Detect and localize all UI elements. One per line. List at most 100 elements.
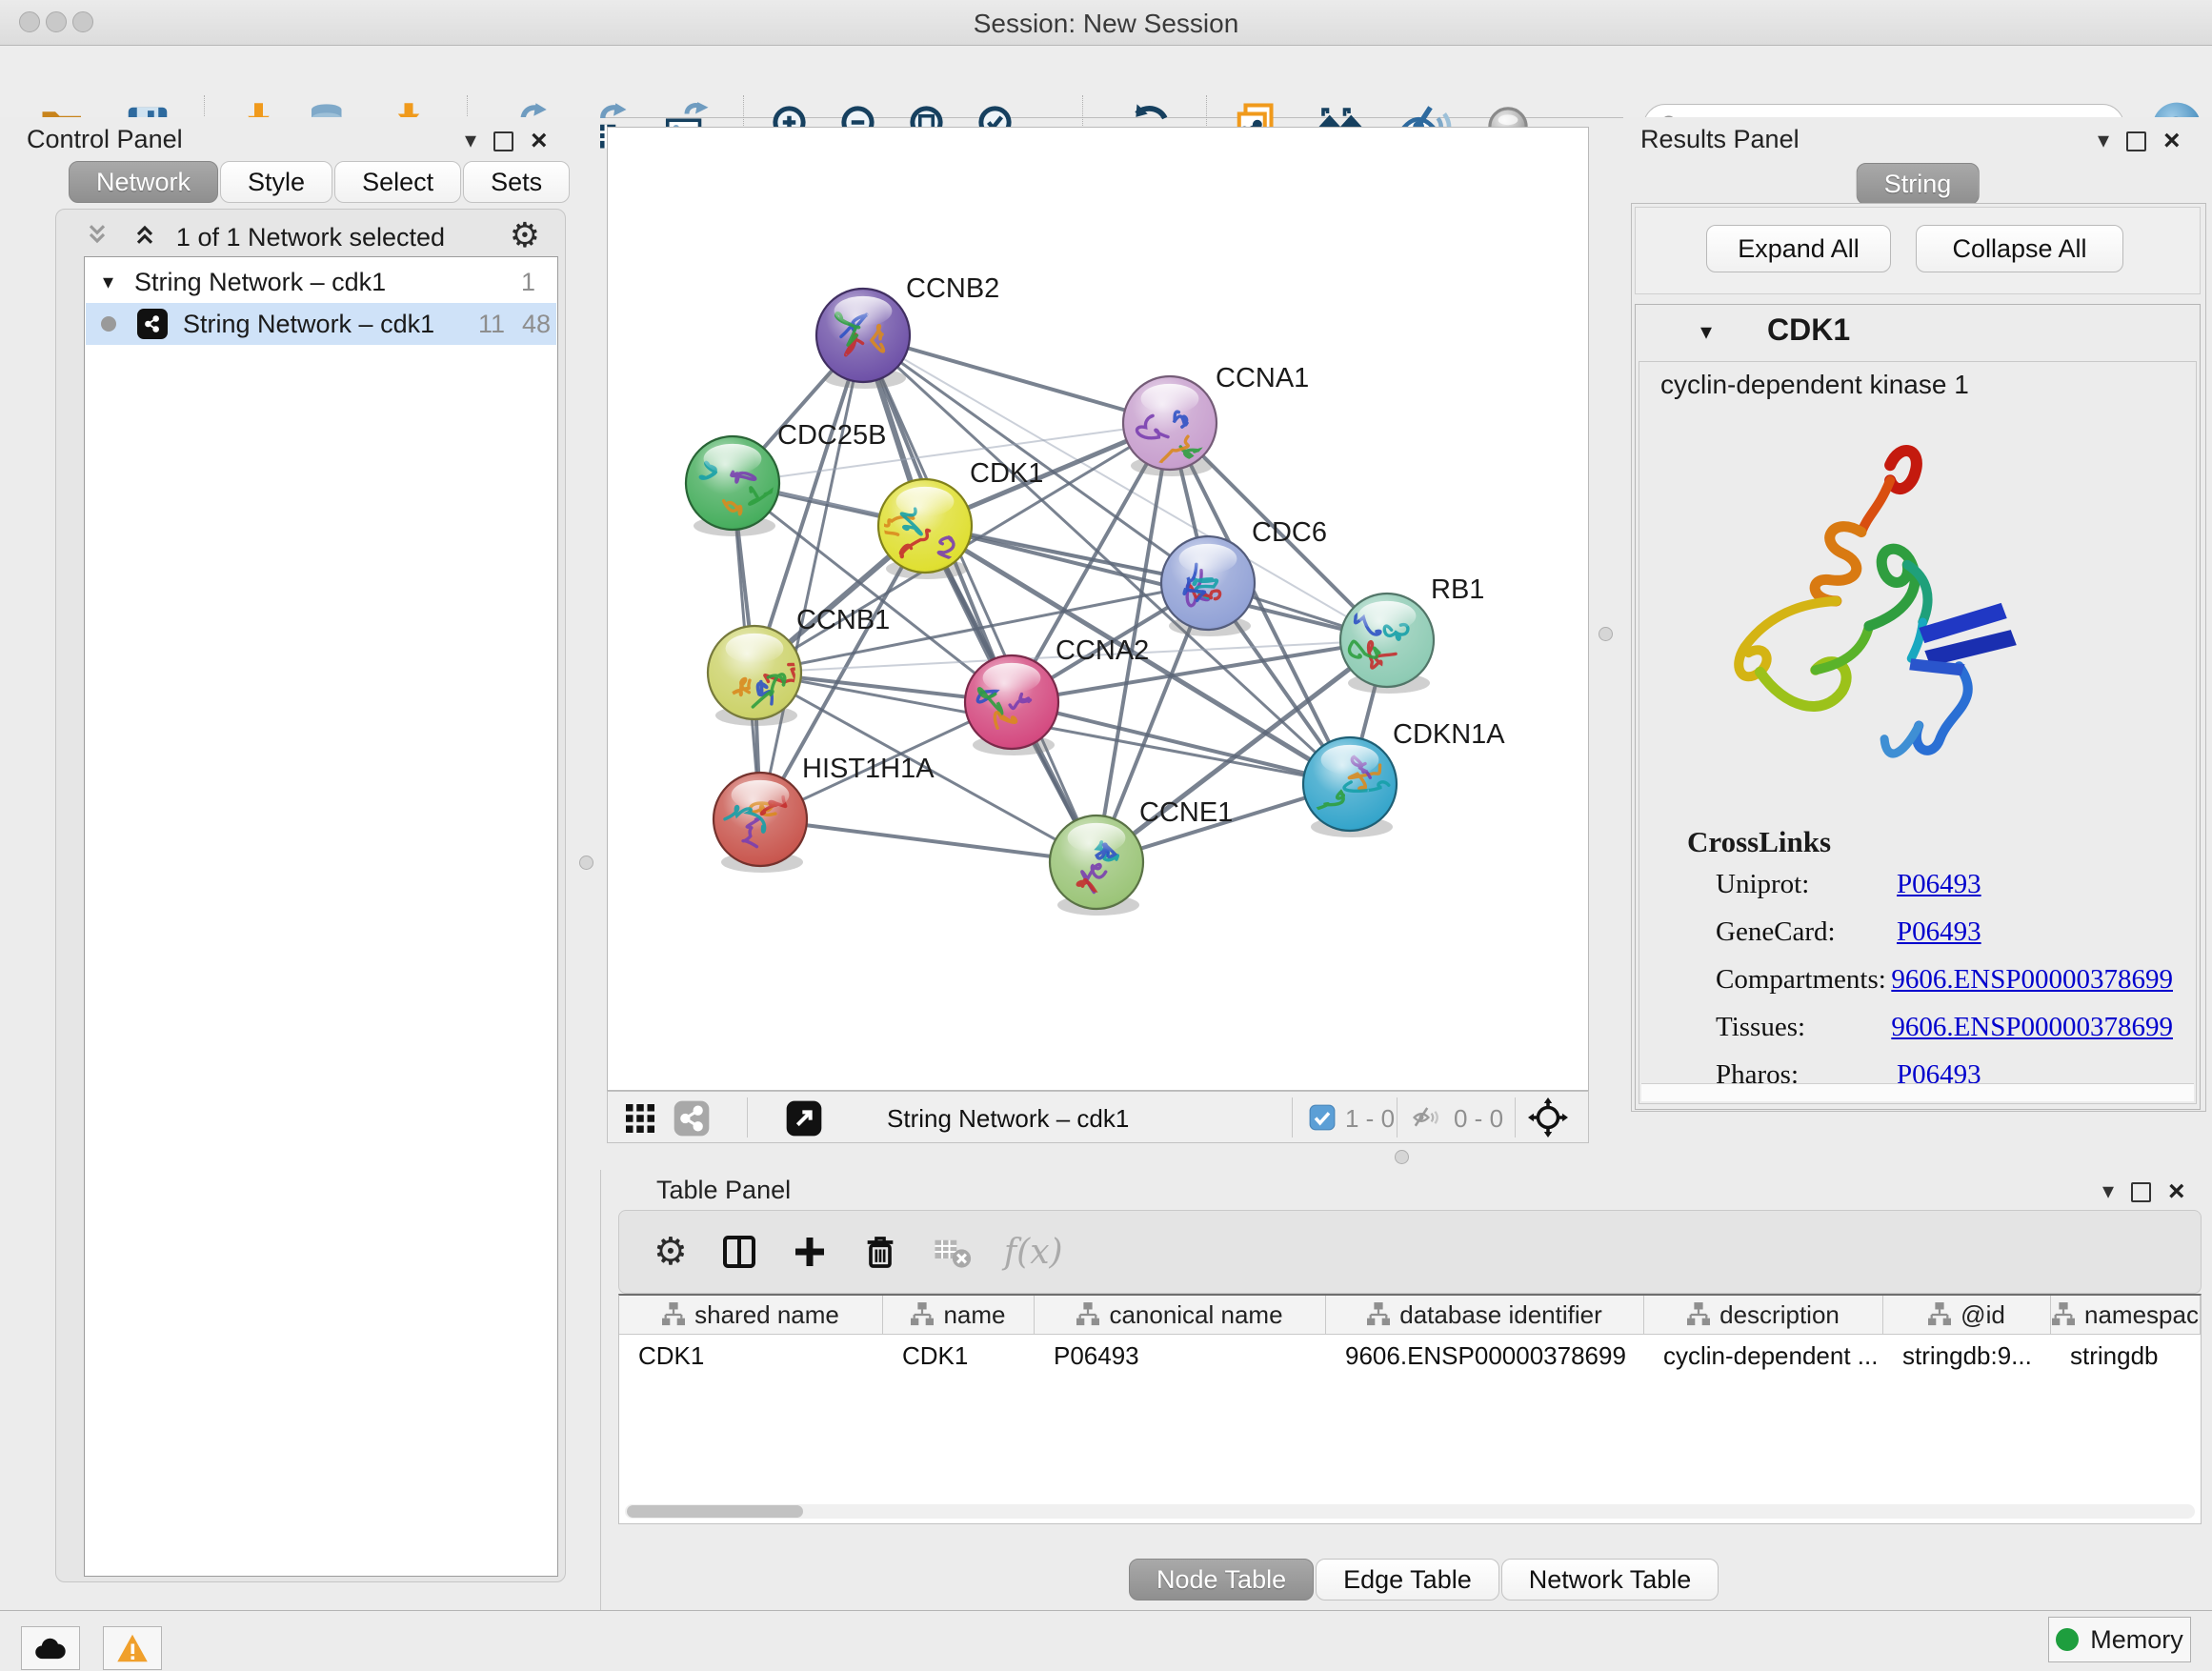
network-node-CDK1[interactable] [878, 479, 972, 579]
tab-network-table[interactable]: Network Table [1501, 1559, 1719, 1601]
float-panel-icon[interactable]: ▾ [465, 130, 476, 152]
table-toolbar: ⚙ f(x) [618, 1210, 2202, 1294]
crosslink-link[interactable]: P06493 [1897, 916, 1981, 948]
network-view-toolbar: String Network – cdk1 1 - 0 0 - 0 [607, 1091, 1589, 1143]
netbar-divider [1292, 1097, 1293, 1137]
expand-all-button[interactable]: Expand All [1706, 225, 1891, 272]
selected-count: 1 - 0 [1345, 1104, 1395, 1134]
function-builder-icon[interactable]: f(x) [1004, 1233, 1063, 1272]
crosslink-link[interactable]: 9606.ENSP00000378699 [1891, 1012, 2173, 1043]
current-network-name: String Network – cdk1 [887, 1104, 1129, 1134]
maximize-panel-icon[interactable] [2126, 131, 2146, 151]
node-label-RB1: RB1 [1431, 574, 1484, 605]
close-panel-icon[interactable]: × [2168, 1178, 2185, 1206]
crosslink-link[interactable]: P06493 [1897, 869, 1981, 900]
entry-expander-icon[interactable]: ▾ [1700, 318, 1712, 346]
network-node-RB1[interactable] [1340, 594, 1434, 694]
tab-style[interactable]: Style [220, 161, 332, 203]
network-edge-HIST1H1A-CCNE1[interactable] [760, 819, 1096, 862]
column-header-canonical-name[interactable]: canonical name [1035, 1296, 1326, 1334]
crosslink-link[interactable]: 9606.ENSP00000378699 [1891, 964, 2173, 996]
gene-name: CDK1 [1767, 312, 1850, 348]
node-label-CDC25B: CDC25B [777, 420, 886, 451]
delete-table-icon[interactable] [932, 1232, 972, 1272]
column-header-@id[interactable]: @id [1883, 1296, 2051, 1334]
network-node-CDKN1A[interactable] [1303, 737, 1397, 837]
share-view-icon[interactable] [673, 1099, 711, 1137]
birdseye-crosshair-icon[interactable] [1528, 1097, 1568, 1137]
network-collection-row[interactable]: ▾ String Network – cdk1 1 [86, 261, 556, 303]
tab-select[interactable]: Select [334, 161, 461, 203]
network-node-CCNB2[interactable] [816, 289, 910, 389]
tree-expander-icon[interactable]: ▾ [103, 270, 113, 294]
tab-node-table[interactable]: Node Table [1129, 1559, 1314, 1601]
tab-network[interactable]: Network [69, 161, 218, 203]
memory-label: Memory [2090, 1625, 2183, 1655]
maximize-panel-icon[interactable] [2131, 1182, 2151, 1202]
network-canvas[interactable]: CCNB2CCNA1CDC25BCDK1CDC6RB1CCNB1CCNA2CDK… [607, 127, 1589, 1091]
network-node-HIST1H1A[interactable] [714, 773, 807, 873]
network-tree: ▾ String Network – cdk1 1 String Network… [84, 256, 558, 1577]
network-node-CCNA2[interactable] [965, 655, 1058, 755]
netbar-divider [1515, 1097, 1516, 1137]
table-hscrollbar[interactable] [625, 1504, 2195, 1519]
delete-column-trash-icon[interactable] [861, 1233, 899, 1271]
column-header-name[interactable]: name [883, 1296, 1035, 1334]
table-row[interactable]: CDK1CDK1P064939606.ENSP00000378699cyclin… [619, 1335, 2201, 1377]
node-label-CCNE1: CCNE1 [1139, 797, 1233, 828]
column-header-database-identifier[interactable]: database identifier [1326, 1296, 1644, 1334]
table-options-gear-icon[interactable]: ⚙ [654, 1230, 688, 1274]
gene-entry-body: cyclin-dependent kinase 1 [1639, 361, 2197, 1104]
node-label-CCNA2: CCNA2 [1056, 635, 1149, 666]
close-panel-icon[interactable]: × [531, 127, 548, 155]
table-tabs: Node TableEdge TableNetwork Table [1129, 1559, 1720, 1601]
tab-string[interactable]: String [1857, 163, 1980, 205]
show-columns-icon[interactable] [720, 1233, 758, 1271]
network-node-CCNA1[interactable] [1123, 376, 1220, 476]
network-node-CCNE1[interactable] [1050, 815, 1143, 916]
table-hscrollbar-thumb[interactable] [627, 1505, 803, 1518]
string-network-icon [137, 309, 168, 339]
hidden-eye-slash-icon [1410, 1103, 1442, 1132]
crosslink-label: Uniprot: [1716, 869, 1897, 900]
right-splitter-handle[interactable] [1599, 627, 1613, 641]
network-node-CDC6[interactable] [1161, 536, 1255, 636]
grid-view-icon[interactable] [623, 1101, 657, 1136]
network-edge-CCNB2-HIST1H1A[interactable] [760, 335, 863, 819]
table-body: CDK1CDK1P064939606.ENSP00000378699cyclin… [619, 1335, 2201, 1377]
results-hscrollbar[interactable] [1641, 1083, 2194, 1101]
tab-edge-table[interactable]: Edge Table [1316, 1559, 1499, 1601]
left-splitter-handle[interactable] [579, 856, 593, 870]
export-view-icon[interactable] [785, 1099, 823, 1137]
window-title: Session: New Session [0, 9, 2212, 39]
column-header-namespac[interactable]: namespac [2051, 1296, 2201, 1334]
table-header-row: shared namenamecanonical namedatabase id… [619, 1296, 2201, 1335]
close-panel-icon[interactable]: × [2163, 127, 2181, 155]
netbar-divider [1397, 1097, 1398, 1137]
warnings-button[interactable] [103, 1626, 162, 1670]
crosslink-row: GeneCard:P06493 [1716, 916, 2173, 948]
selected-checkbox-icon[interactable] [1309, 1104, 1336, 1131]
expand-collapse-box: Expand All Collapse All [1635, 207, 2201, 294]
results-panel-window-controls: ▾ × [2098, 127, 2181, 155]
network-node-CCNB1[interactable] [708, 626, 801, 726]
horizontal-splitter-handle[interactable] [1395, 1150, 1409, 1164]
cloud-icon [32, 1634, 69, 1662]
table-cell: stringdb [2051, 1335, 2201, 1377]
column-header-shared-name[interactable]: shared name [619, 1296, 883, 1334]
network-row-selected[interactable]: String Network – cdk1 11 48 [86, 303, 556, 345]
float-panel-icon[interactable]: ▾ [2102, 1180, 2114, 1203]
collapse-all-button[interactable]: Collapse All [1916, 225, 2123, 272]
crosslinks-list: Uniprot:P06493GeneCard:P06493Compartment… [1716, 869, 2173, 1107]
cloud-status-button[interactable] [21, 1626, 80, 1670]
create-column-plus-icon[interactable] [791, 1233, 829, 1271]
float-panel-icon[interactable]: ▾ [2098, 130, 2109, 152]
column-header-description[interactable]: description [1644, 1296, 1883, 1334]
control-panel-tabs: NetworkStyleSelectSets [69, 161, 572, 203]
tab-sets[interactable]: Sets [463, 161, 570, 203]
netbar-divider [747, 1097, 748, 1137]
maximize-panel-icon[interactable] [493, 131, 513, 151]
network-list-options-gear-icon[interactable]: ⚙ [510, 215, 540, 255]
memory-button[interactable]: Memory [2048, 1617, 2191, 1662]
network-node-CDC25B[interactable] [686, 436, 785, 536]
